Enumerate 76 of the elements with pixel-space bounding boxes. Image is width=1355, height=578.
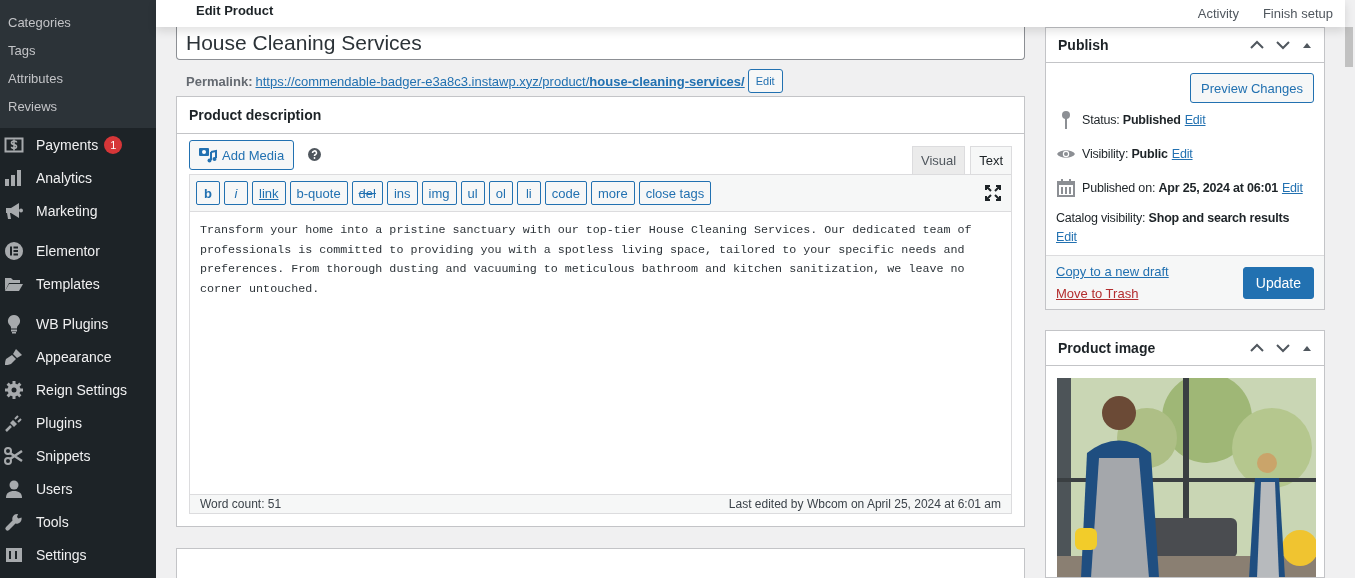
- date-text: Published on: Apr 25, 2024 at 06:01: [1082, 181, 1278, 195]
- edit-link[interactable]: Edit: [1281, 181, 1303, 195]
- quicktag-button[interactable]: ul: [460, 181, 485, 205]
- permalink-link[interactable]: https://commendable-badger-e3a8c3.instawp.xyz/product/house-cleaning-services/: [255, 73, 745, 89]
- panel-title: Product description: [177, 97, 1024, 134]
- header-link[interactable]: Finish setup: [1262, 6, 1333, 21]
- last-edited-note: Last edited by Wbcom on April 25, 2024 at 6:01 am: [728, 496, 1001, 511]
- menu-item[interactable]: Plugins: [36, 414, 82, 431]
- menu-item[interactable]: Payments: [36, 136, 99, 153]
- edit-link[interactable]: Edit: [1171, 147, 1193, 161]
- permalink-label: Permalink:: [186, 73, 253, 89]
- catalog-visibility-text: Catalog visibility: Shop and search results: [1056, 211, 1290, 225]
- eye-icon: [1056, 147, 1076, 161]
- count-badge: 1: [104, 135, 123, 154]
- scrollbar[interactable]: [1345, 27, 1353, 67]
- megaphone-icon: [4, 200, 24, 221]
- visibility-text: Visibility: Public: [1082, 147, 1168, 161]
- collapse-icon[interactable]: [1302, 344, 1312, 352]
- panel-title: Product image: [1058, 340, 1157, 356]
- quicktag-button[interactable]: del: [351, 181, 383, 205]
- submenu-item[interactable]: Tags: [0, 37, 156, 65]
- submenu-item[interactable]: Attributes: [0, 65, 156, 93]
- content-textarea[interactable]: Transform your home into a pristine sanctuary with our top-tier House Cleaning Services. Our dedicated team of professionals is committed to providing you with a spotless living space, tailored to your specific needs and preferences. From thorough dusting and vacuuming to meticulous bathroom and kitchen sanitization, we leave no corner untouched.: [190, 212, 1011, 494]
- quicktag-button[interactable]: more: [591, 181, 635, 205]
- trash-link[interactable]: Move to Trash: [1056, 286, 1243, 301]
- copy-draft-link[interactable]: Copy to a new draft: [1056, 264, 1243, 279]
- update-button[interactable]: Update: [1242, 266, 1314, 299]
- preview-changes-button[interactable]: Preview Changes: [1190, 73, 1314, 103]
- quicktag-button[interactable]: link: [252, 181, 286, 205]
- menu-item[interactable]: Analytics: [36, 169, 93, 186]
- header-link[interactable]: Activity: [1197, 6, 1239, 21]
- plug-icon: [4, 412, 24, 433]
- camera-music-icon: [199, 147, 217, 163]
- quicktag-button[interactable]: i: [224, 181, 248, 205]
- menu-item[interactable]: Elementor: [36, 242, 100, 259]
- quicktag-button[interactable]: li: [516, 181, 541, 205]
- wrench-icon: [4, 511, 24, 532]
- add-media-button[interactable]: Add Media: [189, 140, 295, 170]
- quicktag-button[interactable]: img: [421, 181, 457, 205]
- status-text: Status: Published: [1082, 113, 1181, 127]
- menu-item[interactable]: Marketing: [36, 202, 98, 219]
- menu-item[interactable]: Snippets: [36, 447, 91, 464]
- quicktag-button[interactable]: code: [544, 181, 587, 205]
- menu-item[interactable]: Reign Settings: [36, 381, 128, 398]
- submenu-item[interactable]: Reviews: [0, 93, 156, 121]
- quicktag-button[interactable]: close tags: [638, 181, 712, 205]
- menu-item[interactable]: Templates: [36, 275, 100, 292]
- edit-link[interactable]: Edit: [1056, 230, 1077, 244]
- scissors-icon: [4, 445, 24, 466]
- title-field[interactable]: House Cleaning Services: [176, 27, 1025, 60]
- user-icon: [4, 478, 24, 499]
- calendar-icon: [1056, 179, 1076, 197]
- submenu-item[interactable]: Categories: [0, 9, 156, 37]
- quicktag-button[interactable]: b-quote: [289, 181, 348, 205]
- word-count: Word count: 51: [200, 496, 282, 511]
- edit-button[interactable]: Edit: [747, 69, 783, 93]
- panel-title: Publish: [1058, 37, 1110, 53]
- fullscreen-icon[interactable]: [985, 185, 1001, 201]
- page-title: Edit Product: [196, 3, 275, 18]
- quicktag-button[interactable]: ol: [488, 181, 513, 205]
- circle-bars-icon: [4, 240, 24, 261]
- menu-item[interactable]: Tools: [36, 513, 69, 530]
- bar-chart-icon: [4, 167, 24, 188]
- help-icon[interactable]: [308, 148, 322, 161]
- quicktag-button[interactable]: ins: [386, 181, 418, 205]
- menu-item[interactable]: WB Plugins: [36, 315, 109, 332]
- menu-item[interactable]: Appearance: [36, 348, 112, 365]
- quicktag-button[interactable]: b: [196, 181, 220, 205]
- editor-tab[interactable]: Visual: [911, 146, 966, 174]
- gear-icon: [4, 379, 24, 400]
- paintbrush-icon: [4, 346, 24, 367]
- menu-item[interactable]: Settings: [36, 546, 87, 563]
- edit-link[interactable]: Edit: [1184, 113, 1206, 127]
- editor-tab[interactable]: Text: [970, 146, 1012, 174]
- collapse-icon[interactable]: [1302, 41, 1312, 49]
- menu-item[interactable]: Users: [36, 480, 73, 497]
